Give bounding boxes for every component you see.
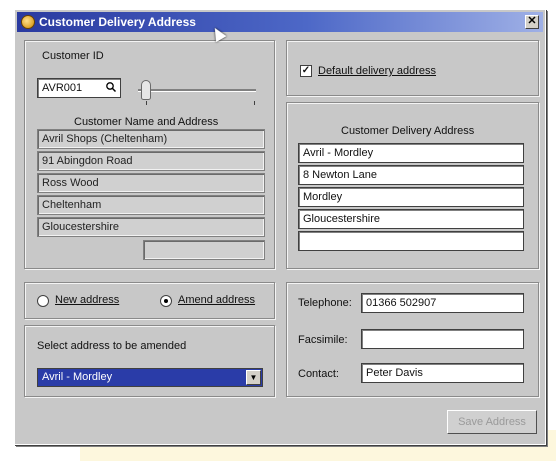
facsimile-field[interactable] [361,329,524,349]
delivery-line-1[interactable]: Avril - Mordley [298,143,524,163]
new-address-radio[interactable] [37,295,49,307]
title-bar[interactable]: Customer Delivery Address ✕ [17,12,543,32]
delivery-address-label: Customer Delivery Address [341,125,475,137]
facsimile-label: Facsimile: [298,334,348,346]
close-button[interactable]: ✕ [525,15,539,29]
address-mode-panel: New address Amend address [24,282,275,319]
delivery-line-5[interactable] [298,231,524,251]
chevron-down-icon[interactable]: ▼ [246,370,261,385]
slider-thumb[interactable] [141,80,151,100]
new-address-label[interactable]: New address [55,294,119,306]
name-address-label: Customer Name and Address [74,116,219,128]
delivery-line-3[interactable]: Mordley [298,187,524,207]
radio-selected-dot [164,299,168,303]
slider-track [138,89,256,92]
delivery-line-4[interactable]: Gloucestershire [298,209,524,229]
telephone-field[interactable]: 01366 502907 [361,293,524,313]
address-line-1: Avril Shops (Cheltenham) [37,129,265,149]
contact-label: Contact: [298,368,339,380]
contact-panel: Telephone: 01366 502907 Facsimile: Conta… [286,282,539,397]
app-icon [21,15,35,29]
customer-id-label: Customer ID [42,50,104,62]
customer-id-field[interactable]: AVR001 [37,78,121,98]
address-dropdown[interactable]: Avril - Mordley ▼ [37,368,263,387]
slider-tick [146,101,147,105]
default-delivery-panel: ✓ Default delivery address [286,40,539,96]
address-line-6 [143,240,265,260]
address-line-2: 91 Abingdon Road [37,151,265,171]
delivery-line-2[interactable]: 8 Newton Lane [298,165,524,185]
default-delivery-label[interactable]: Default delivery address [318,65,436,77]
telephone-label: Telephone: [298,297,352,309]
address-dropdown-value: Avril - Mordley [42,371,113,383]
contact-field[interactable]: Peter Davis [361,363,524,383]
amend-address-label[interactable]: Amend address [178,294,255,306]
address-line-5: Gloucestershire [37,217,265,237]
window-title: Customer Delivery Address [39,15,196,29]
address-line-3: Ross Wood [37,173,265,193]
select-address-label: Select address to be amended [37,340,187,352]
magnifier-icon[interactable] [104,81,118,95]
save-address-button[interactable]: Save Address [447,410,537,434]
customer-id-value: AVR001 [42,82,83,94]
customer-delivery-dialog: Customer Delivery Address ✕ Customer ID … [14,9,546,445]
amend-address-radio[interactable] [160,295,172,307]
delivery-address-panel: Customer Delivery Address Avril - Mordle… [286,102,539,269]
slider-tick [254,101,255,105]
select-address-panel: Select address to be amended Avril - Mor… [24,325,275,397]
customer-panel: Customer ID AVR001 Customer Name and Add… [24,40,275,269]
default-delivery-checkbox[interactable]: ✓ [300,65,312,77]
address-line-4: Cheltenham [37,195,265,215]
